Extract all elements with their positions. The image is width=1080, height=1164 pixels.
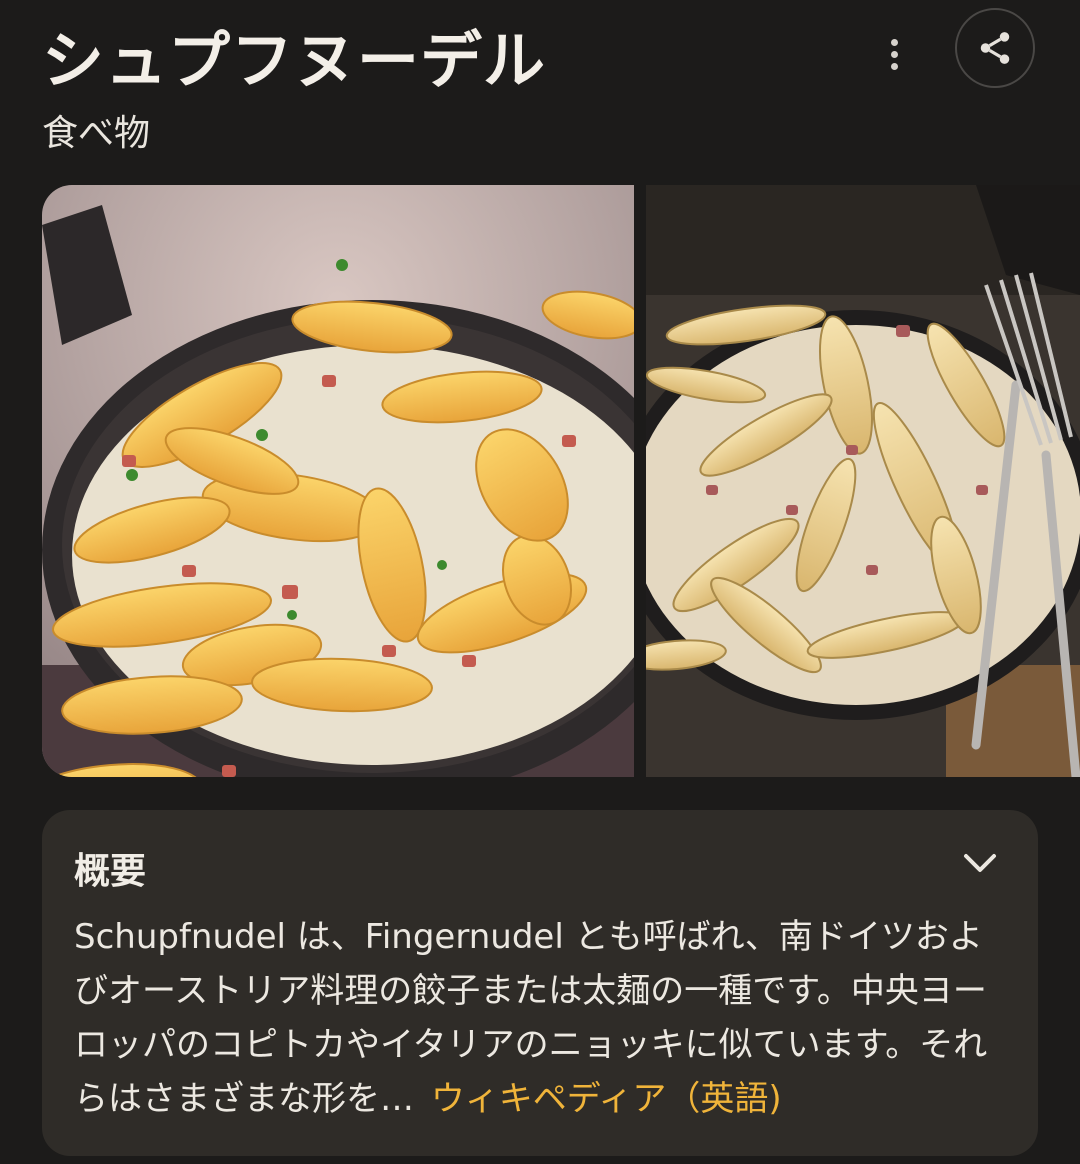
more-vert-icon <box>890 38 898 46</box>
chevron-down-icon[interactable] <box>958 846 1002 882</box>
more-vert-icon-dot <box>890 50 898 58</box>
schupfnudel-image-1[interactable] <box>42 185 634 777</box>
knowledge-panel: シュプフヌーデル 食べ物 概要 Schupfnudel は、Fingernude… <box>0 0 1080 1164</box>
schupfnudel-image-2[interactable] <box>646 185 1080 777</box>
more-vert-icon-dot <box>890 62 898 70</box>
overview-card: 概要 Schupfnudel は、Fingernudel とも呼ばれ、南ドイツお… <box>42 810 1038 1156</box>
overview-heading: 概要 <box>74 851 147 892</box>
share-icon <box>980 32 1010 64</box>
more-options-button[interactable] <box>868 28 920 80</box>
entity-category: 食べ物 <box>42 113 151 154</box>
overview-text: Schupfnudel は、Fingernudel とも呼ばれ、南ドイツおよびオ… <box>74 910 1014 1126</box>
wikipedia-source-link[interactable]: ウィキペディア（英語) <box>431 1079 782 1119</box>
entity-title: シュプフヌーデル <box>42 24 547 97</box>
share-button[interactable] <box>955 8 1035 88</box>
